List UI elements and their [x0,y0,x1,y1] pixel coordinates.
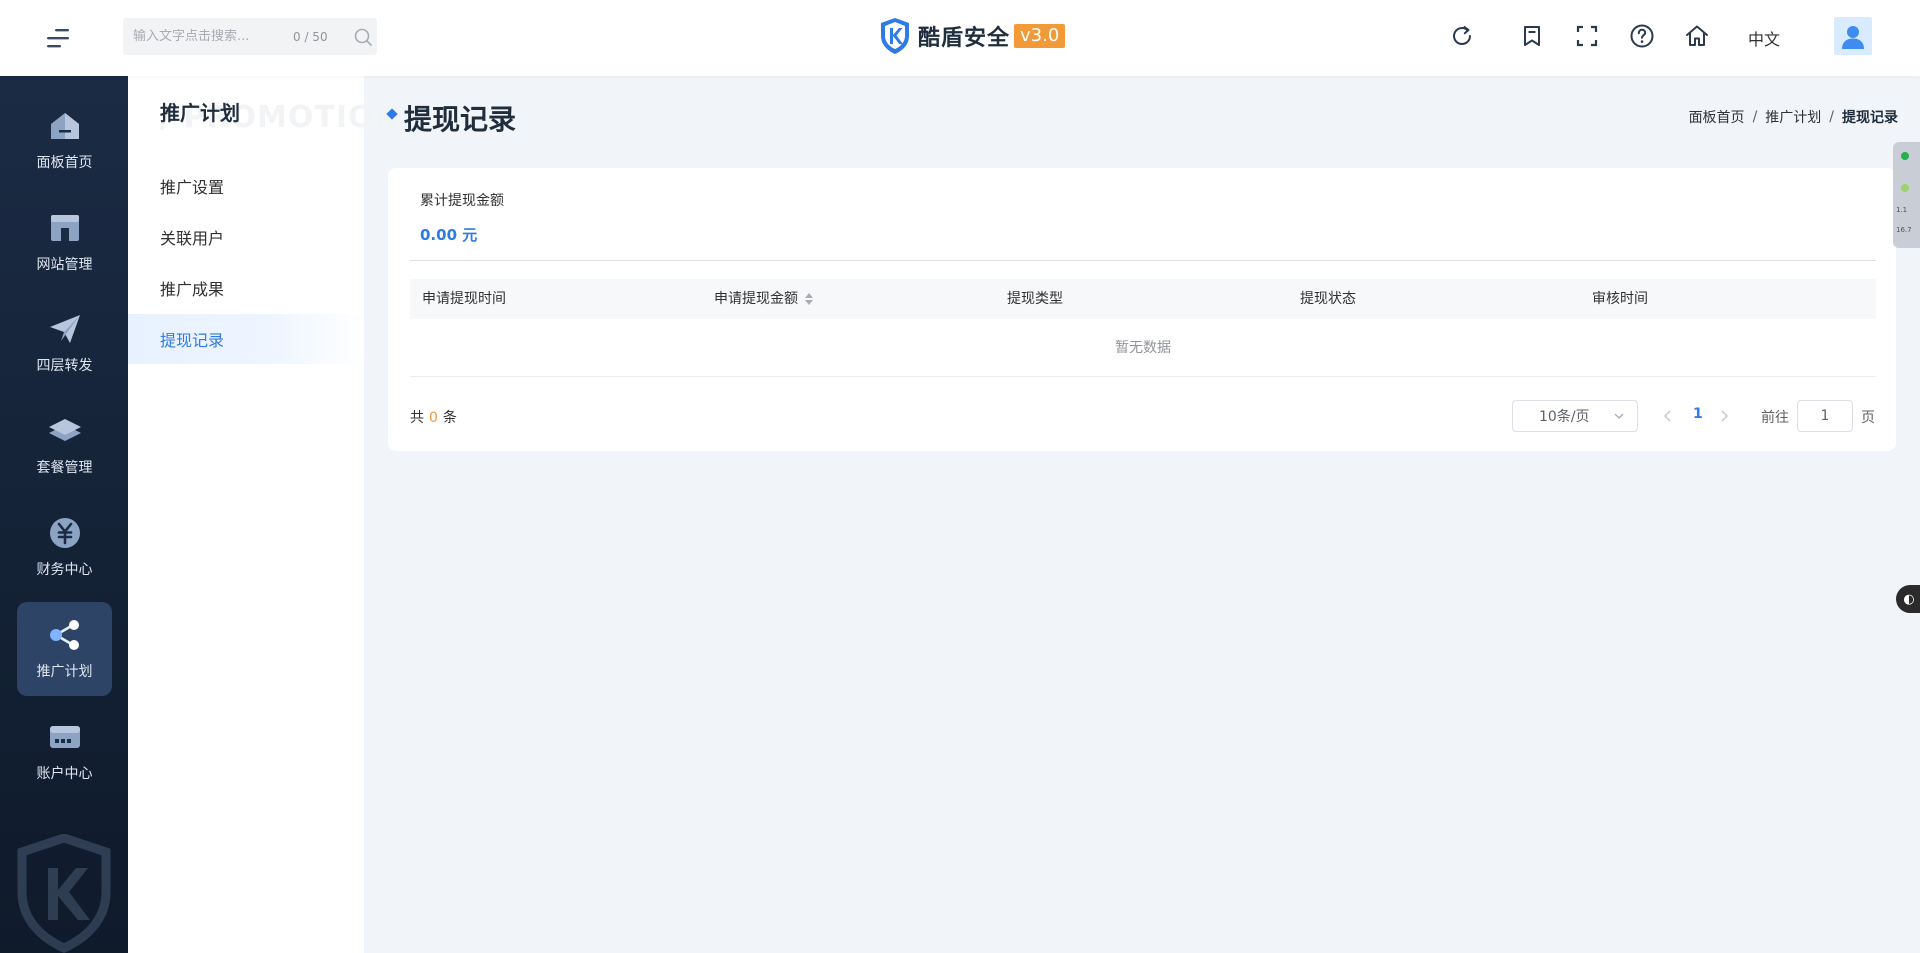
breadcrumb-promotion[interactable]: 推广计划 [1765,107,1821,127]
breadcrumb-current: 提现记录 [1842,110,1898,126]
submenu-item-settings[interactable]: 推广设置 [128,161,364,211]
brand-name: 酷盾安全 [918,26,1011,51]
send-icon [49,315,80,343]
empty-state: 暂无数据 [410,319,1876,377]
column-header-label: 申请提现金额 [714,291,798,307]
total-number: 0 [429,410,438,426]
breadcrumb-separator: / [1752,109,1758,125]
network-monitor-widget[interactable]: 1.1 16.7 [1893,142,1920,248]
sidebar-item-finance[interactable]: 财务中心 [17,500,112,594]
column-header-amount[interactable]: 申请提现金额 [714,279,814,319]
secondary-menu: / PROMOTION 推广计划 推广设置 关联用户 推广成果 提现记录 [128,76,400,953]
bookmark-icon[interactable] [1518,22,1546,50]
sidebar-item-label: 套餐管理 [36,460,93,476]
sidebar-item-label: 财务中心 [36,562,93,578]
submenu-title: 推广计划 [160,101,240,125]
shield-watermark-icon [17,834,111,953]
search-icon[interactable] [353,27,373,47]
card-icon [49,726,80,748]
sidebar-item-label: 网站管理 [36,257,93,273]
total-count: 共0条 [410,407,457,427]
sort-icon[interactable] [804,292,814,306]
search-counter: 0 / 50 [293,29,328,44]
submenu-item-results[interactable]: 推广成果 [128,263,364,313]
refresh-icon[interactable] [1448,22,1476,50]
sidebar-item-label: 面板首页 [36,155,93,171]
user-avatar[interactable] [1834,17,1872,55]
sidebar-item-account[interactable]: 账户中心 [17,704,112,798]
column-header-apply-time: 申请提现时间 [422,291,506,307]
submenu-item-withdrawals[interactable]: 提现记录 [128,314,364,364]
goto-suffix: 页 [1861,410,1875,426]
share-icon [49,620,79,650]
yuan-icon [49,518,80,548]
menu-toggle-icon[interactable] [44,26,72,50]
withdrawal-card: 累计提现金额 0.00 元 申请提现时间 申请提现金额 提现类型 提现状态 审核… [388,168,1896,451]
layers-icon [48,419,81,441]
breadcrumb-separator: / [1829,109,1834,125]
search-input[interactable] [133,29,283,44]
chevron-down-icon [1614,413,1624,419]
help-icon[interactable] [1628,22,1656,50]
column-header-review-time: 审核时间 [1592,291,1648,307]
fullscreen-icon[interactable] [1573,22,1601,50]
page-size-value: 10条/页 [1539,409,1590,425]
prev-page-icon[interactable] [1658,406,1678,426]
divider [410,260,1876,261]
goto-page-input[interactable] [1797,400,1853,432]
status-dot-icon [1901,152,1909,160]
home-icon[interactable] [1683,22,1711,50]
language-switch[interactable]: 中文 [1748,26,1780,50]
sidebar-item-promotion[interactable]: 推广计划 [17,602,112,696]
main-sidebar: 面板首页 网站管理 四层转发 套餐管理 财务中心 推广计划 账户中心 [0,76,128,953]
page-number-current[interactable]: 1 [1693,406,1703,422]
search-box: 0 / 50 [123,18,377,55]
page-size-select[interactable]: 10条/页 [1512,400,1638,432]
total-suffix: 条 [442,410,457,426]
assistant-bubble-icon[interactable]: ◐ [1896,585,1920,613]
breadcrumb: 面板首页 / 推广计划 / 提现记录 [1689,107,1898,127]
goto-label: 前往 [1761,410,1789,426]
monitor-value-1: 1.1 [1896,206,1908,214]
version-badge: v3.0 [1014,24,1066,48]
column-header-status: 提现状态 [1300,291,1356,307]
column-header-type: 提现类型 [1007,291,1063,307]
next-page-icon[interactable] [1714,406,1734,426]
table-header: 申请提现时间 申请提现金额 提现类型 提现状态 审核时间 [410,279,1876,319]
total-withdrawn-label: 累计提现金额 [420,193,504,209]
user-icon [1842,26,1864,49]
sidebar-item-packages[interactable]: 套餐管理 [17,398,112,492]
sidebar-item-websites[interactable]: 网站管理 [17,195,112,289]
monitor-value-2: 16.7 [1896,226,1912,234]
submenu-item-linked-users[interactable]: 关联用户 [128,212,364,262]
shield-logo-icon [881,18,909,54]
website-icon [50,215,79,241]
status-dot-icon [1901,184,1909,192]
sidebar-item-dashboard[interactable]: 面板首页 [17,93,112,187]
total-withdrawn-value: 0.00 元 [420,226,478,244]
page-title: 提现记录 [404,103,517,136]
dashboard-icon [50,113,79,139]
sidebar-item-label: 推广计划 [36,664,93,680]
top-header: 0 / 50 酷盾安全 v3.0 [0,0,1920,76]
brand: 酷盾安全 v3.0 [878,16,1066,56]
total-prefix: 共 [410,410,424,426]
sidebar-item-label: 四层转发 [36,358,93,374]
sidebar-item-label: 账户中心 [36,766,93,782]
breadcrumb-home[interactable]: 面板首页 [1689,107,1745,127]
sidebar-item-forwarding[interactable]: 四层转发 [17,296,112,390]
